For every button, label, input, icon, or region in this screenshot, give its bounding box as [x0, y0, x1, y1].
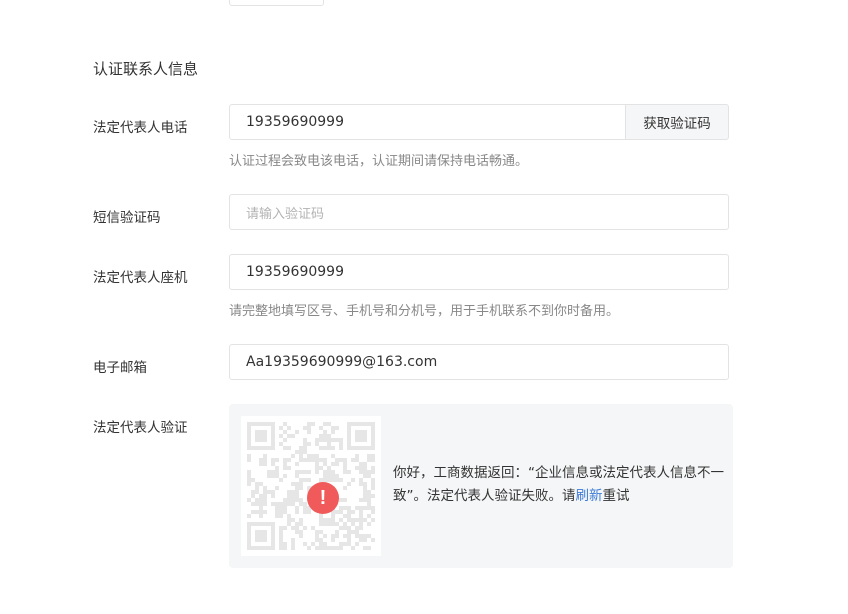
get-code-button[interactable]: 获取验证码: [625, 104, 729, 140]
email-input[interactable]: Aa19359690999@163.com: [229, 344, 729, 380]
rep-landline-value: 19359690999: [246, 264, 344, 280]
verify-message: 你好，工商数据返回：“企业信息或法定代表人信息不一致”。法定代表人验证失败。请刷…: [393, 462, 725, 508]
sms-code-input[interactable]: 请输入验证码: [229, 194, 729, 230]
previous-field-stub: [229, 0, 324, 6]
email-label: 电子邮箱: [93, 360, 147, 376]
page: 认证联系人信息 法定代表人电话 19359690999 获取验证码 认证过程会致…: [0, 0, 848, 614]
email-value: Aa19359690999@163.com: [246, 354, 438, 370]
rep-landline-label: 法定代表人座机: [93, 270, 188, 286]
qr-code: !: [241, 416, 381, 556]
alert-icon: !: [307, 482, 339, 514]
verify-message-text: 你好，工商数据返回：“企业信息或法定代表人信息不一致”。法定代表人验证失败。请: [393, 465, 724, 504]
rep-verify-label: 法定代表人验证: [93, 420, 188, 436]
rep-phone-label: 法定代表人电话: [93, 120, 188, 136]
sms-code-label: 短信验证码: [93, 210, 161, 226]
section-title: 认证联系人信息: [93, 60, 199, 78]
rep-phone-hint: 认证过程会致电该电话，认证期间请保持电话畅通。: [229, 154, 529, 169]
rep-landline-input[interactable]: 19359690999: [229, 254, 729, 290]
refresh-link[interactable]: 刷新: [576, 488, 603, 504]
rep-phone-input[interactable]: 19359690999: [229, 104, 626, 140]
rep-verify-panel: ! 你好，工商数据返回：“企业信息或法定代表人信息不一致”。法定代表人验证失败。…: [229, 404, 733, 568]
rep-phone-value: 19359690999: [246, 114, 344, 130]
verify-message-suffix: 重试: [602, 488, 630, 504]
rep-landline-hint: 请完整地填写区号、手机号和分机号，用于手机联系不到你时备用。: [229, 304, 620, 319]
sms-code-placeholder: 请输入验证码: [246, 206, 325, 222]
